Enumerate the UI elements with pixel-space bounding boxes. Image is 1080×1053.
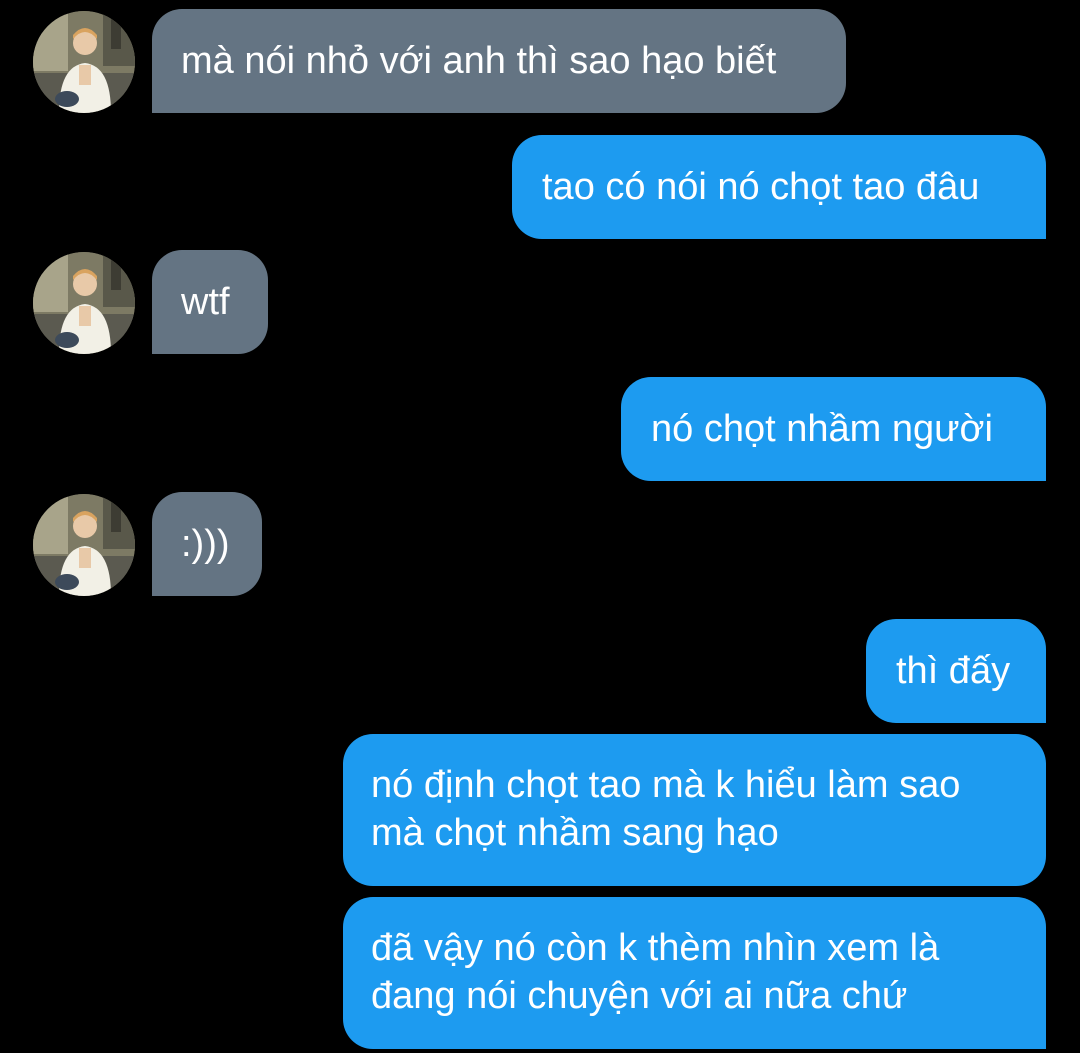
message-bubble-outgoing[interactable]: nó định chọt tao mà k hiểu làm sao mà ch… <box>343 734 1046 886</box>
message-bubble-outgoing[interactable]: đã vậy nó còn k thèm nhìn xem là đang nó… <box>343 897 1046 1049</box>
message-text-line: mà chọt nhầm sang hạo <box>371 812 779 854</box>
message-text: mà nói nhỏ với anh thì sao hạo biết <box>181 40 777 82</box>
contact-avatar[interactable] <box>33 252 135 354</box>
profile-photo-avatar-icon <box>33 252 135 354</box>
message-text-line: đã vậy nó còn k thèm nhìn xem là <box>371 927 940 969</box>
profile-photo-avatar-icon <box>33 11 135 113</box>
contact-avatar[interactable] <box>33 11 135 113</box>
message-bubble-outgoing[interactable]: tao có nói nó chọt tao đâu <box>512 135 1046 239</box>
message-bubble-outgoing[interactable]: nó chọt nhầm người <box>621 377 1046 481</box>
message-bubble-incoming[interactable]: wtf <box>152 250 268 354</box>
message-text: tao có nói nó chọt tao đâu <box>542 166 980 208</box>
message-text: thì đấy <box>896 650 1011 692</box>
message-bubble-outgoing[interactable]: thì đấy <box>866 619 1046 723</box>
message-text: :))) <box>181 523 230 565</box>
message-text-line: đang nói chuyện với ai nữa chứ <box>371 975 908 1017</box>
message-text-line: nó định chọt tao mà k hiểu làm sao <box>371 764 961 806</box>
message-text: nó chọt nhầm người <box>651 408 993 450</box>
profile-photo-avatar-icon <box>33 494 135 596</box>
message-bubble-incoming[interactable]: :))) <box>152 492 262 596</box>
message-bubble-incoming[interactable]: mà nói nhỏ với anh thì sao hạo biết <box>152 9 846 113</box>
message-text: wtf <box>181 281 230 323</box>
contact-avatar[interactable] <box>33 494 135 596</box>
